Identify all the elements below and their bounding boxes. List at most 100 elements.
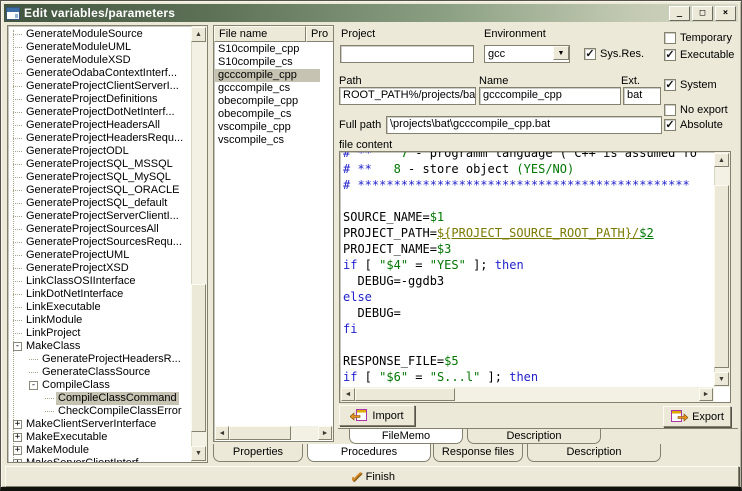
tree-item-label[interactable]: MakeModule [24,444,91,457]
tree-item-label[interactable]: MakeServerClientInterf... [24,457,150,463]
executable-checkbox-box[interactable]: ✓ [664,49,676,61]
tree-item-label[interactable]: LinkDotNetInterface [24,288,125,301]
tree-item[interactable]: GenerateProjectDotNetInterf... [9,106,189,119]
file-list-scrollbar-thumb[interactable] [229,426,291,440]
tab-response-files[interactable]: Response files [433,444,523,462]
file-list-row[interactable]: gcccompile_cpp [215,69,320,82]
tree-item[interactable]: LinkExecutable [9,301,189,314]
noexport-checkbox-box[interactable] [664,104,676,116]
procedure-tree[interactable]: GenerateModuleSourceGenerateModuleUMLGen… [7,25,208,463]
tree-item-label[interactable]: GenerateProjectHeadersR... [40,353,183,366]
file-list-row[interactable]: vscompile_cs [215,134,320,147]
collapse-icon[interactable]: - [13,342,22,351]
tree-item[interactable]: +MakeExecutable [9,431,189,444]
name-field[interactable]: gcccompile_cpp [479,87,621,105]
tree-item-label[interactable]: GenerateModuleUML [24,41,133,54]
tree-item[interactable]: +MakeModule [9,444,189,457]
executable-checkbox[interactable]: ✓ Executable [664,49,734,61]
tree-item[interactable]: GenerateProjectSQL_default [9,197,189,210]
expand-icon[interactable]: + [13,446,22,455]
tree-item[interactable]: GenerateModuleSource [9,28,189,41]
import-button[interactable]: Import [339,405,415,426]
file-content-editor[interactable]: # ** 7 - programm language ( C++ is assu… [339,151,731,403]
tree-item-label[interactable]: MakeClientServerInterface [24,418,158,431]
tree-item-label[interactable]: GenerateModuleSource [24,28,145,41]
tab-description[interactable]: Description [527,444,661,462]
full-path-field[interactable]: \projects\bat\gcccompile_cpp.bat [386,116,662,134]
code-hscrollbar-thumb[interactable] [355,388,455,401]
column-header-procedure[interactable]: Pro [306,26,334,42]
tree-item-label[interactable]: GenerateProjectHeadersAll [24,119,162,132]
file-list-row[interactable]: S10compile_cpp [215,43,320,56]
tree-item[interactable]: GenerateProjectSQL_ORACLE [9,184,189,197]
tree-item[interactable]: +MakeClientServerInterface [9,418,189,431]
tree-item-label[interactable]: CompileClassCommand [56,392,179,405]
tree-item-label[interactable]: GenerateProjectDefinitions [24,93,159,106]
tree-item[interactable]: GenerateClassSource [9,366,189,379]
file-list-row[interactable]: vscompile_cpp [215,121,320,134]
file-list-row[interactable]: S10compile_cs [215,56,320,69]
tree-item[interactable]: GenerateProjectSQL_MySQL [9,171,189,184]
tree-item-label[interactable]: GenerateProjectSQL_MSSQL [24,158,175,171]
noexport-checkbox[interactable]: No export [664,104,728,116]
tab-description[interactable]: Description [467,429,601,444]
tree-item-label[interactable]: GenerateOdabaContextInterf... [24,67,179,80]
absolute-checkbox-box[interactable]: ✓ [664,119,676,131]
tab-properties[interactable]: Properties [213,444,303,462]
code-scroll-left-icon[interactable]: ◄ [341,388,355,401]
temporary-checkbox[interactable]: Temporary [664,32,732,44]
export-button[interactable]: Export [663,406,731,427]
tab-procedures[interactable]: Procedures [307,444,431,462]
file-list-row[interactable]: gcccompile_cs [215,82,320,95]
tree-item[interactable]: CompileClassCommand [9,392,189,405]
temporary-checkbox-box[interactable] [664,32,676,44]
tree-scroll-down-icon[interactable]: ▼ [191,446,206,461]
tree-item-label[interactable]: GenerateProjectODL [24,145,131,158]
tree-item[interactable]: GenerateProjectSourcesRequ... [9,236,189,249]
tree-item-label[interactable]: GenerateProjectSourcesAll [24,223,161,236]
tree-item[interactable]: GenerateProjectODL [9,145,189,158]
tree-item[interactable]: LinkClassOSIInterface [9,275,189,288]
tree-item-label[interactable]: GenerateProjectDotNetInterf... [24,106,177,119]
file-list-scroll-right-icon[interactable]: ► [318,426,332,440]
tree-item[interactable]: GenerateProjectSQL_MSSQL [9,158,189,171]
tree-item[interactable]: GenerateProjectServerClientI... [9,210,189,223]
expand-icon[interactable]: + [13,420,22,429]
tree-item[interactable]: -CompileClass [9,379,189,392]
tree-item[interactable]: LinkProject [9,327,189,340]
tree-item-label[interactable]: MakeExecutable [24,431,109,444]
collapse-icon[interactable]: - [29,381,38,390]
tree-scrollbar-thumb[interactable] [191,284,206,432]
tree-item-label[interactable]: GenerateProjectXSD [24,262,131,275]
expand-icon[interactable]: + [13,459,22,463]
path-field[interactable]: ROOT_PATH%/projects/bat [339,87,476,105]
minimize-button[interactable]: _ [669,6,690,21]
tree-item-label[interactable]: GenerateProjectSQL_MySQL [24,171,173,184]
code-vscrollbar-thumb[interactable] [714,185,729,368]
tree-item-label[interactable]: GenerateProjectSourcesRequ... [24,236,184,249]
tree-item-label[interactable]: GenerateProjectClientServerI... [24,80,181,93]
environment-combo[interactable]: gcc ▼ [484,45,570,63]
file-list-row[interactable]: obecompile_cs [215,108,320,121]
tree-item-label[interactable]: GenerateProjectSQL_ORACLE [24,184,181,197]
tree-item[interactable]: LinkDotNetInterface [9,288,189,301]
tree-item[interactable]: GenerateProjectSourcesAll [9,223,189,236]
expand-icon[interactable]: + [13,433,22,442]
tree-item[interactable]: GenerateProjectClientServerI... [9,80,189,93]
tree-item-label[interactable]: LinkClassOSIInterface [24,275,137,288]
tree-scroll-up-icon[interactable]: ▲ [191,27,206,42]
chevron-down-icon[interactable]: ▼ [553,46,569,60]
code-scroll-right-icon[interactable]: ► [699,388,713,401]
close-button[interactable]: × [715,6,736,21]
tree-item-label[interactable]: GenerateModuleXSD [24,54,133,67]
tree-item-label[interactable]: CheckCompileClassError [56,405,183,418]
code-scroll-down-icon[interactable]: ▼ [714,372,729,386]
tab-filememo[interactable]: FileMemo [349,429,463,444]
tree-item[interactable]: GenerateModuleXSD [9,54,189,67]
tree-item-label[interactable]: GenerateProjectUML [24,249,131,262]
tree-item[interactable]: GenerateProjectHeadersR... [9,353,189,366]
tree-item[interactable]: +MakeServerClientInterf... [9,457,189,463]
tree-item-label[interactable]: CompileClass [40,379,112,392]
file-list[interactable]: File name Pro S10compile_cppS10compile_c… [213,25,334,442]
column-header-file-name[interactable]: File name [214,26,306,42]
